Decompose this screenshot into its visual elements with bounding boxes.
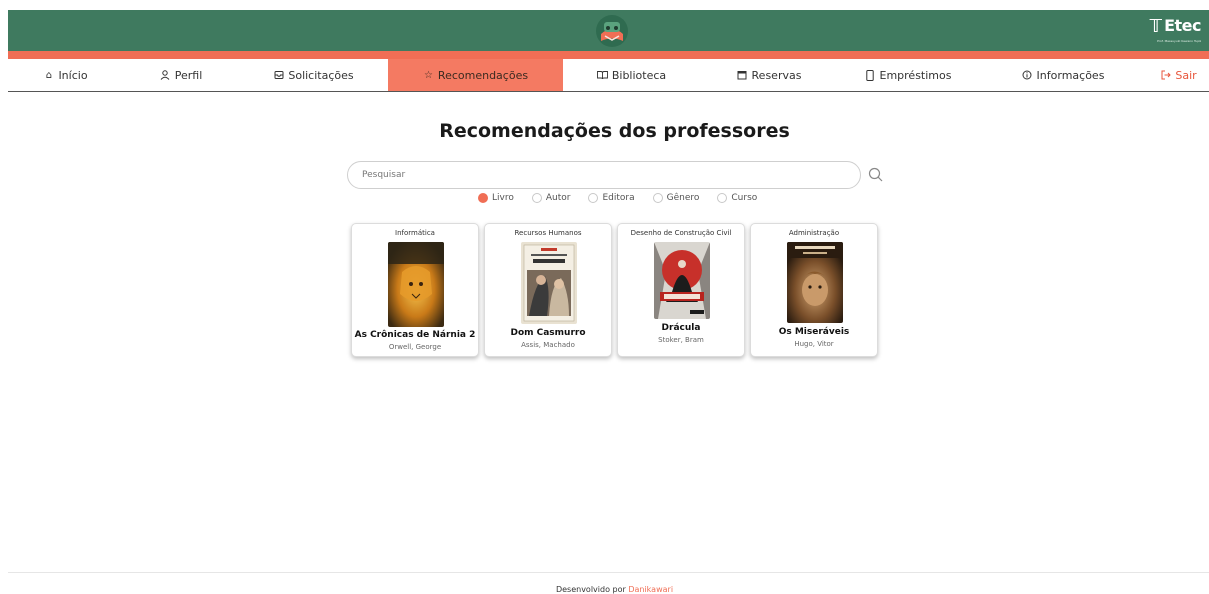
nav-label: Perfil — [174, 68, 203, 82]
nav-perfil[interactable]: Perfil — [123, 59, 239, 91]
page-title: Recomendações dos professores — [439, 120, 790, 142]
book-card[interactable]: Desenho de Construção Civil Drácula Stok… — [617, 223, 745, 357]
filter-label: Curso — [731, 193, 758, 203]
accent-strip — [8, 51, 1209, 59]
star-icon: ☆ — [423, 69, 433, 81]
book-cover-image — [787, 242, 843, 323]
filter-livro[interactable]: Livro — [478, 193, 514, 203]
nav-biblioteca[interactable]: Biblioteca — [563, 59, 700, 91]
etec-subtitle: Prof. Massuyuki Kawano Tupã — [1157, 39, 1201, 43]
nav-inicio[interactable]: ⌂ Início — [8, 59, 123, 91]
inbox-icon — [273, 70, 284, 80]
nav-label: Biblioteca — [611, 68, 667, 82]
book-course: Recursos Humanos — [514, 229, 582, 237]
user-icon — [160, 70, 171, 80]
book-title: Drácula — [661, 323, 701, 333]
filter-curso[interactable]: Curso — [717, 193, 757, 203]
nav-sair[interactable]: Sair — [1148, 59, 1209, 91]
book-cover-image — [521, 242, 577, 324]
nav-label: Recomendações — [437, 68, 529, 82]
search-button[interactable] — [866, 165, 886, 185]
info-icon — [1022, 70, 1033, 80]
nav-label: Empréstimos — [879, 68, 952, 82]
filter-editora[interactable]: Editora — [588, 193, 635, 203]
app-header: 𝕋 Etec Prof. Massuyuki Kawano Tupã — [8, 10, 1209, 51]
nav-label: Reservas — [751, 68, 802, 82]
search-filters: Livro Autor Editora Gênero Curso — [478, 193, 757, 203]
book-title: As Crônicas de Nárnia 2 — [354, 330, 476, 340]
filter-genero[interactable]: Gênero — [652, 193, 700, 203]
nav-label: Início — [58, 68, 88, 82]
footer: Desenvolvido por Danikawari — [0, 585, 1209, 594]
phone-icon — [865, 69, 876, 81]
book-card-list: Informática As Crônicas de Nárnia 2 Orwe… — [351, 223, 878, 357]
book-author: Stoker, Bram — [658, 336, 704, 344]
book-open-icon — [596, 70, 608, 80]
book-title: Os Miseráveis — [778, 327, 850, 337]
footer-text: Desenvolvido por — [555, 585, 626, 594]
filter-label: Livro — [492, 193, 514, 203]
home-icon: ⌂ — [45, 69, 53, 81]
radio-genero[interactable] — [652, 193, 663, 203]
search-input[interactable] — [347, 161, 861, 189]
library-logo-icon[interactable] — [595, 14, 629, 48]
book-author: Assis, Machado — [521, 341, 575, 349]
book-card[interactable]: Administração Os Miseráveis Hugo, Vitor — [750, 223, 878, 357]
etec-mark-icon: 𝕋 — [1149, 16, 1163, 37]
filter-autor[interactable]: Autor — [531, 193, 571, 203]
book-title: Dom Casmurro — [510, 328, 586, 338]
radio-livro[interactable] — [478, 193, 488, 203]
main-nav: ⌂ Início Perfil Solicitações ☆ Recomenda… — [8, 59, 1209, 92]
book-author: Orwell, George — [388, 343, 442, 351]
radio-curso[interactable] — [717, 193, 728, 203]
calendar-icon — [737, 70, 748, 80]
nav-label: Solicitações — [288, 68, 354, 82]
nav-solicitacoes[interactable]: Solicitações — [239, 59, 388, 91]
nav-label: Informações — [1036, 68, 1105, 82]
search-bar — [347, 161, 861, 189]
book-author: Hugo, Vitor — [794, 340, 834, 348]
etec-brand: Etec — [1164, 16, 1201, 35]
nav-label: Sair — [1175, 68, 1197, 82]
book-cover-image — [654, 242, 710, 319]
filter-label: Editora — [602, 193, 635, 203]
radio-autor[interactable] — [531, 193, 542, 203]
nav-recomendacoes[interactable]: ☆ Recomendações — [388, 59, 563, 91]
search-icon — [868, 167, 883, 182]
book-course: Desenho de Construção Civil — [630, 229, 732, 237]
book-card[interactable]: Informática As Crônicas de Nárnia 2 Orwe… — [351, 223, 479, 357]
nav-informacoes[interactable]: Informações — [978, 59, 1148, 91]
book-cover-image — [388, 242, 444, 327]
nav-reservas[interactable]: Reservas — [700, 59, 838, 91]
etec-logo: 𝕋 Etec Prof. Massuyuki Kawano Tupã — [1149, 16, 1202, 43]
nav-emprestimos[interactable]: Empréstimos — [838, 59, 978, 91]
book-course: Administração — [788, 229, 840, 237]
filter-label: Autor — [545, 193, 571, 203]
logout-icon — [1160, 70, 1171, 80]
book-course: Informática — [395, 229, 435, 237]
footer-author-link[interactable]: Danikawari — [628, 585, 673, 594]
filter-label: Gênero — [666, 193, 700, 203]
footer-divider — [8, 572, 1209, 573]
book-card[interactable]: Recursos Humanos Dom Casmurro Assis, Mac… — [484, 223, 612, 357]
radio-editora[interactable] — [588, 193, 599, 203]
